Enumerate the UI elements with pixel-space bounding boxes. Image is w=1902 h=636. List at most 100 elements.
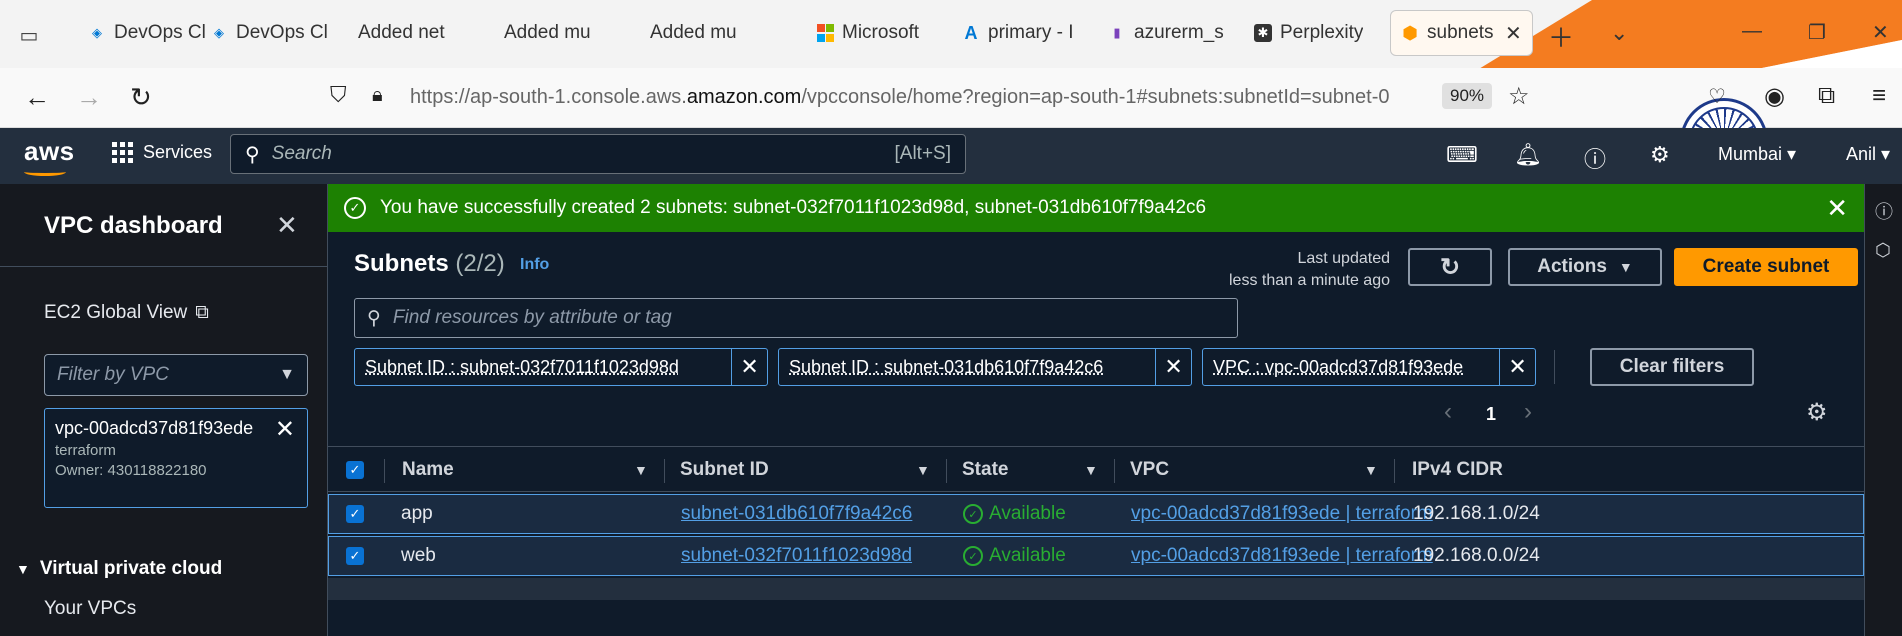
sort-caret-icon[interactable]: ▼ [1084, 447, 1098, 493]
browser-tab[interactable]: Microsoft [806, 10, 929, 56]
minimize-button[interactable]: — [1742, 20, 1762, 43]
filter-token: Subnet ID : subnet-032f7011f1023d98d ✕ [354, 348, 768, 386]
info-link[interactable]: Info [520, 256, 549, 274]
row-checkbox[interactable]: ✓ [346, 537, 364, 575]
address-bar: ← → ↻ ⛉ 🔒︎ https://ap-south-1.console.aw… [0, 68, 1902, 186]
chevron-left-icon[interactable]: ‹ [1444, 398, 1452, 426]
browser-tab[interactable]: ◈ DevOps Cl [78, 10, 216, 56]
ec2-global-view-link[interactable]: EC2 Global View ⧉ [44, 302, 209, 324]
menu-icon[interactable]: ≡ [1872, 82, 1886, 110]
column-header-state[interactable]: State [962, 447, 1008, 493]
sidebar-section-vpc[interactable]: ▼ Virtual private cloud [16, 558, 222, 580]
browser-tab[interactable]: Added mu [614, 10, 747, 56]
column-header-name[interactable]: Name [402, 447, 454, 493]
bookmark-star-icon[interactable]: ☆ [1508, 82, 1530, 111]
remove-filter-icon[interactable]: ✕ [1155, 349, 1191, 385]
pocket-icon[interactable]: ♡ [1708, 84, 1726, 109]
select-all-checkbox[interactable]: ✓ [346, 447, 364, 493]
tab-overview-icon[interactable]: ▭ [14, 20, 44, 50]
settings-gear-icon[interactable]: ⚙ [1650, 142, 1670, 168]
url-field[interactable]: https://ap-south-1.console.aws.amazon.co… [410, 86, 1430, 109]
filter-token: VPC : vpc-00adcd37d81f93ede ✕ [1202, 348, 1536, 386]
subnet-id-link[interactable]: subnet-031db610f7f9a42c6 [681, 495, 912, 533]
filter-token: Subnet ID : subnet-031db610f7f9a42c6 ✕ [778, 348, 1192, 386]
right-utility-rail: ⓘ ⬡ [1864, 184, 1902, 636]
close-tab-icon[interactable]: ✕ [1505, 21, 1522, 46]
feedback-icon[interactable]: ⬡ [1875, 240, 1891, 261]
remove-filter-icon[interactable]: ✕ [1499, 349, 1535, 385]
help-icon[interactable]: ⓘ [1584, 142, 1606, 174]
shield-icon[interactable]: ⛉ [330, 82, 347, 108]
browser-tab[interactable]: A primary - I [952, 10, 1084, 56]
left-sidebar: VPC dashboard ✕ EC2 Global View ⧉ Filter… [0, 184, 328, 636]
sidebar-title[interactable]: VPC dashboard [44, 212, 223, 240]
column-header-ipv4-cidr[interactable]: IPv4 CIDR [1412, 447, 1503, 493]
vpc-link[interactable]: vpc-00adcd37d81f93ede | terraform [1131, 495, 1433, 533]
column-header-vpc[interactable]: VPC [1130, 447, 1169, 493]
table-scroll-area[interactable] [328, 578, 1864, 600]
page-number[interactable]: 1 [1486, 404, 1496, 425]
cell-ipv4-cidr: 192.168.0.0/24 [1413, 545, 1540, 566]
restore-button[interactable]: ❐ [1808, 20, 1826, 45]
success-flash-bar: ✓ You have successfully created 2 subnet… [328, 184, 1864, 232]
success-check-icon: ✓ [344, 197, 366, 219]
user-menu[interactable]: Anil ▾ [1846, 144, 1890, 165]
sort-caret-icon[interactable]: ▼ [1364, 447, 1378, 493]
main-content: ✓ You have successfully created 2 subnet… [328, 184, 1864, 636]
new-tab-button[interactable]: ＋ [1548, 18, 1574, 55]
account-icon[interactable]: ◉ [1764, 82, 1785, 111]
table-settings-gear-icon[interactable]: ⚙ [1806, 398, 1828, 427]
remove-vpc-filter-icon[interactable]: ✕ [275, 415, 295, 444]
row-checkbox[interactable]: ✓ [346, 495, 364, 533]
browser-tab-strip: ▭ ◈ DevOps Cl ◈ DevOps Cl Added net Adde… [0, 0, 1902, 68]
browser-tab[interactable]: ◈ DevOps Cl [200, 10, 338, 56]
browser-tab[interactable]: Added mu [468, 10, 601, 56]
chevron-right-icon[interactable]: › [1524, 398, 1532, 426]
azure-devops-icon: ◈ [92, 25, 102, 40]
vpc-link[interactable]: vpc-00adcd37d81f93ede | terraform [1131, 537, 1433, 575]
column-header-subnet-id[interactable]: Subnet ID [680, 447, 769, 493]
cloudshell-icon[interactable]: ⌨ [1446, 142, 1478, 168]
check-circle-icon: ✓ [963, 504, 983, 524]
aws-logo-smile [24, 168, 66, 176]
dismiss-flash-icon[interactable]: ✕ [1826, 193, 1848, 224]
region-selector[interactable]: Mumbai ▾ [1718, 144, 1796, 165]
browser-tab[interactable]: ✱ Perplexity [1244, 10, 1373, 56]
back-arrow-icon[interactable]: ← [24, 82, 50, 113]
subnet-id-link[interactable]: subnet-032f7011f1023d98d [681, 537, 912, 575]
create-subnet-button[interactable]: Create subnet [1674, 248, 1858, 286]
sort-caret-icon[interactable]: ▼ [634, 447, 648, 493]
resource-filter-input[interactable]: ⚲ Find resources by attribute or tag [354, 298, 1238, 338]
zoom-level[interactable]: 90% [1442, 83, 1493, 109]
services-menu[interactable]: Services [112, 142, 212, 163]
vpc-filter-select[interactable]: Filter by VPC ▼ [44, 354, 308, 396]
azure-icon: A [964, 22, 978, 43]
azure-devops-icon: ◈ [214, 25, 224, 40]
sort-caret-icon[interactable]: ▼ [916, 447, 930, 493]
sidebar-item-your-vpcs[interactable]: Your VPCs [44, 598, 136, 620]
notifications-bell-icon[interactable]: 🔔︎ [1514, 142, 1542, 168]
close-window-button[interactable]: ✕ [1872, 20, 1889, 45]
aws-logo[interactable]: aws [24, 136, 75, 167]
lock-icon[interactable]: 🔒︎ [372, 84, 383, 107]
browser-tab[interactable]: ▮ azurerm_s [1098, 10, 1234, 56]
actions-button[interactable]: Actions ▼ [1508, 248, 1662, 286]
search-input[interactable]: ⚲ Search [Alt+S] [230, 134, 966, 174]
clear-filters-button[interactable]: Clear filters [1590, 348, 1754, 386]
table-row[interactable]: ✓ app subnet-031db610f7f9a42c6 ✓ Availab… [328, 494, 1864, 534]
aws-top-nav: aws Services ⚲ Search [Alt+S] ⌨ 🔔︎ ⓘ ⚙ M… [0, 128, 1902, 184]
reload-icon[interactable]: ↻ [130, 82, 152, 113]
last-updated: Last updated less than a minute ago [1229, 250, 1390, 289]
remove-filter-icon[interactable]: ✕ [731, 349, 767, 385]
cell-name: app [401, 503, 433, 524]
close-icon[interactable]: ✕ [276, 210, 298, 241]
extensions-icon[interactable]: ⧉ [1818, 82, 1835, 110]
info-panel-icon[interactable]: ⓘ [1875, 198, 1893, 224]
perplexity-icon: ✱ [1254, 24, 1272, 42]
table-row[interactable]: ✓ web subnet-032f7011f1023d98d ✓ Availab… [328, 536, 1864, 576]
refresh-button[interactable]: ↻ [1408, 248, 1492, 286]
browser-tab-active[interactable]: ⬢ subnets ✕ [1390, 10, 1533, 56]
tab-list-chevron-icon[interactable]: ⌄ [1610, 20, 1628, 46]
browser-tab[interactable]: Added net [322, 10, 455, 56]
forward-arrow-icon[interactable]: → [76, 82, 102, 113]
